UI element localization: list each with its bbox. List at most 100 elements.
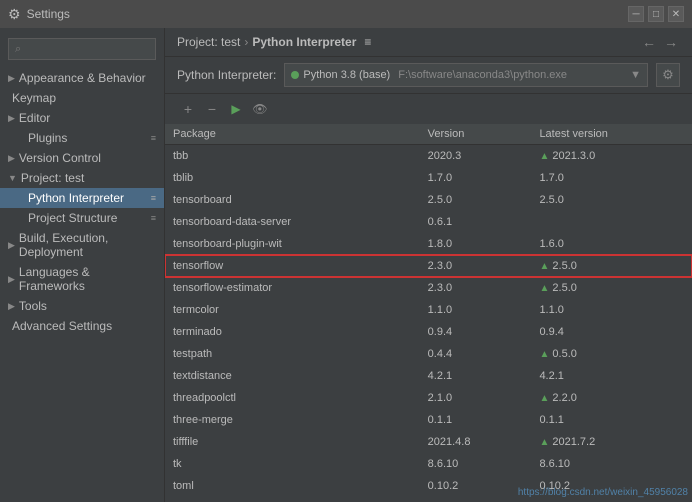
interpreter-settings-button[interactable]: ⚙	[656, 63, 680, 87]
package-version: 2.5.0	[420, 189, 532, 211]
breadcrumb-icon: ≡	[364, 35, 371, 49]
breadcrumb-separator: ›	[244, 35, 248, 49]
add-package-button[interactable]: +	[177, 98, 199, 120]
sidebar-item-tools[interactable]: ▶ Tools	[0, 296, 164, 316]
sidebar-item-label: Plugins	[28, 131, 67, 145]
interpreter-label: Python Interpreter:	[177, 68, 276, 82]
interpreter-select-text: Python 3.8 (base) F:\software\anaconda3\…	[291, 69, 567, 81]
breadcrumb-project: Project: test	[177, 35, 240, 49]
table-row[interactable]: tensorboard-data-server0.6.1	[165, 211, 692, 233]
table-row[interactable]: termcolor1.1.01.1.0	[165, 299, 692, 321]
package-version: 2.3.0	[420, 255, 532, 277]
maximize-button[interactable]: □	[648, 6, 664, 22]
sidebar-item-version-control[interactable]: ▶ Version Control	[0, 148, 164, 168]
table-row[interactable]: tifffile2021.4.8▲ 2021.7.2	[165, 431, 692, 453]
table-row[interactable]: tensorflow2.3.0▲ 2.5.0	[165, 255, 692, 277]
package-latest-version: ▲ 2021.3.0	[531, 145, 692, 167]
table-row[interactable]: textdistance4.2.14.2.1	[165, 365, 692, 387]
package-version: 1.8.0	[420, 233, 532, 255]
sidebar-item-label: Advanced Settings	[12, 319, 112, 333]
package-latest-version: 2.5.0	[531, 189, 692, 211]
badge-icon: ≡	[151, 193, 156, 203]
table-row[interactable]: tblib1.7.01.7.0	[165, 167, 692, 189]
package-latest-version: ▲ 2.5.0	[531, 255, 692, 277]
search-input[interactable]	[8, 38, 156, 60]
apply-button[interactable]: ▶	[225, 98, 247, 120]
package-name: terminado	[165, 321, 420, 343]
packages-list: Package Version Latest version tbb2020.3…	[165, 124, 692, 502]
table-row[interactable]: tk8.6.108.6.10	[165, 453, 692, 475]
table-row[interactable]: tensorflow-estimator2.3.0▲ 2.5.0	[165, 277, 692, 299]
sidebar-item-appearance[interactable]: ▶ Appearance & Behavior	[0, 68, 164, 88]
main-content: ▶ Appearance & Behavior Keymap ▶ Editor …	[0, 28, 692, 502]
package-version: 0.11.1	[420, 497, 532, 502]
sidebar-item-label: Languages & Frameworks	[19, 265, 156, 293]
package-name: toml	[165, 475, 420, 497]
settings-icon: ⚙	[8, 6, 21, 23]
sidebar-item-project-structure[interactable]: Project Structure ≡	[0, 208, 164, 228]
table-row[interactable]: tensorboard-plugin-wit1.8.01.6.0	[165, 233, 692, 255]
table-row[interactable]: testpath0.4.4▲ 0.5.0	[165, 343, 692, 365]
sidebar-item-label: Appearance & Behavior	[19, 71, 146, 85]
breadcrumb-bar: Project: test › Python Interpreter ≡ ← →	[165, 28, 692, 57]
package-latest-version: 1.1.0	[531, 299, 692, 321]
sidebar-item-advanced-settings[interactable]: Advanced Settings	[0, 316, 164, 336]
badge-icon: ≡	[151, 213, 156, 223]
sidebar-item-languages[interactable]: ▶ Languages & Frameworks	[0, 262, 164, 296]
nav-buttons: ← →	[640, 34, 680, 50]
title-bar-left: ⚙ Settings	[8, 6, 70, 23]
nav-back-button[interactable]: ←	[640, 34, 658, 50]
title-bar: ⚙ Settings ─ □ ✕	[0, 0, 692, 28]
package-version: 2021.4.8	[420, 431, 532, 453]
sidebar-item-editor[interactable]: ▶ Editor	[0, 108, 164, 128]
minimize-button[interactable]: ─	[628, 6, 644, 22]
package-name: tensorboard-plugin-wit	[165, 233, 420, 255]
chevron-right-icon: ▶	[8, 274, 15, 285]
chevron-right-icon: ▶	[8, 113, 15, 124]
package-name: tensorflow	[165, 255, 420, 277]
table-row[interactable]: tbb2020.3▲ 2021.3.0	[165, 145, 692, 167]
package-name: three-merge	[165, 409, 420, 431]
package-name: testpath	[165, 343, 420, 365]
package-latest-version: ▲ 2021.7.2	[531, 431, 692, 453]
sidebar-item-build-execution[interactable]: ▶ Build, Execution, Deployment	[0, 228, 164, 262]
table-row[interactable]: terminado0.9.40.9.4	[165, 321, 692, 343]
chevron-right-icon: ▶	[8, 73, 15, 84]
sidebar-item-label: Editor	[19, 111, 50, 125]
sidebar-item-label: Version Control	[19, 151, 101, 165]
eye-button[interactable]: 👁	[249, 98, 271, 120]
right-panel: Project: test › Python Interpreter ≡ ← →…	[165, 28, 692, 502]
package-name: threadpoolctl	[165, 387, 420, 409]
package-latest-version	[531, 211, 692, 233]
table-row[interactable]: tensorboard2.5.02.5.0	[165, 189, 692, 211]
package-version: 2.3.0	[420, 277, 532, 299]
package-version: 2020.3	[420, 145, 532, 167]
close-button[interactable]: ✕	[668, 6, 684, 22]
package-version: 4.2.1	[420, 365, 532, 387]
table-row[interactable]: three-merge0.1.10.1.1	[165, 409, 692, 431]
watermark: https://blog.csdn.net/weixin_45956028	[518, 487, 688, 498]
packages-table[interactable]: Package Version Latest version tbb2020.3…	[165, 124, 692, 502]
sidebar-item-keymap[interactable]: Keymap	[0, 88, 164, 108]
interpreter-select[interactable]: Python 3.8 (base) F:\software\anaconda3\…	[284, 63, 648, 87]
table-row[interactable]: threadpoolctl2.1.0▲ 2.2.0	[165, 387, 692, 409]
remove-package-button[interactable]: −	[201, 98, 223, 120]
package-version: 2.1.0	[420, 387, 532, 409]
chevron-right-icon: ▶	[8, 240, 15, 251]
package-latest-version: 0.9.4	[531, 321, 692, 343]
nav-forward-button[interactable]: →	[662, 34, 680, 50]
package-name: tk	[165, 453, 420, 475]
chevron-down-icon: ▼	[630, 69, 641, 81]
package-name: tensorboard	[165, 189, 420, 211]
search-box	[0, 34, 164, 64]
package-name: tifffile	[165, 431, 420, 453]
package-latest-version: 4.2.1	[531, 365, 692, 387]
settings-window: ⚙ Settings ─ □ ✕ ▶ Appearance & Behavior…	[0, 0, 692, 502]
sidebar-item-project-test[interactable]: ▼ Project: test	[0, 168, 164, 188]
package-name: tblib	[165, 167, 420, 189]
interpreter-path: F:\software\anaconda3\python.exe	[398, 69, 567, 81]
sidebar-item-python-interpreter[interactable]: Python Interpreter ≡	[0, 188, 164, 208]
sidebar-item-label: Build, Execution, Deployment	[19, 231, 156, 259]
sidebar-item-plugins[interactable]: Plugins ≡	[0, 128, 164, 148]
col-latest: Latest version	[531, 124, 692, 145]
